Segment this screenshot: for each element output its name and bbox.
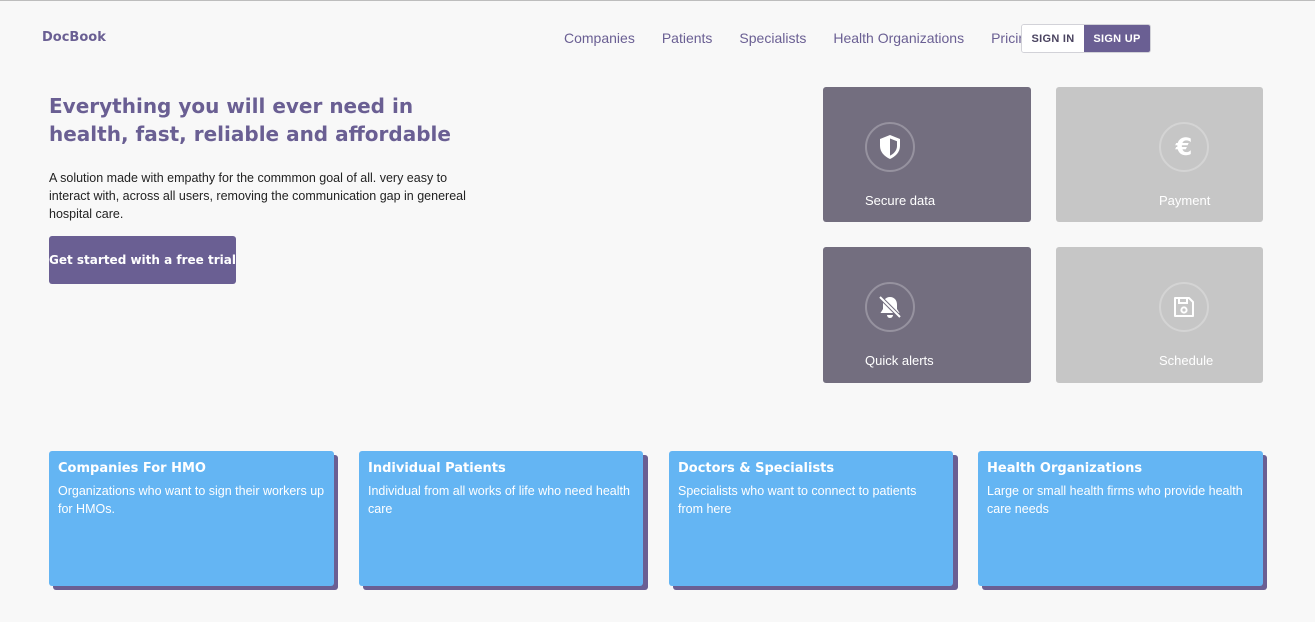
shield-icon <box>865 122 915 172</box>
card-description: Organizations who want to sign their wor… <box>58 484 325 516</box>
card-individual-patients[interactable]: Individual Patients Individual from all … <box>359 451 643 586</box>
card-title: Doctors & Specialists <box>678 461 835 476</box>
nav-link-companies[interactable]: Companies <box>564 30 635 46</box>
feature-tile-payment[interactable]: € Payment <box>1056 87 1263 222</box>
auth-buttons: SIGN IN SIGN UP <box>1021 24 1151 53</box>
sign-up-button[interactable]: SIGN UP <box>1084 25 1150 52</box>
card-title: Companies For HMO <box>58 461 206 476</box>
card-health-organizations[interactable]: Health Organizations Large or small heal… <box>978 451 1263 586</box>
card-doctors-specialists[interactable]: Doctors & Specialists Specialists who wa… <box>669 451 953 586</box>
free-trial-button[interactable]: Get started with a free trial <box>49 236 236 284</box>
hero-title: Everything you will ever need in health,… <box>49 94 451 146</box>
bell-off-icon <box>865 282 915 332</box>
feature-tile-secure-data[interactable]: Secure data <box>823 87 1031 222</box>
nav-link-health-organizations[interactable]: Health Organizations <box>833 30 964 46</box>
top-nav: Companies Patients Specialists Health Or… <box>564 30 1061 46</box>
feature-tile-quick-alerts[interactable]: Quick alerts <box>823 247 1031 383</box>
euro-icon: € <box>1159 122 1209 172</box>
feature-label: Quick alerts <box>865 353 934 368</box>
nav-link-specialists[interactable]: Specialists <box>739 30 806 46</box>
nav-link-patients[interactable]: Patients <box>662 30 713 46</box>
feature-label: Secure data <box>865 193 936 208</box>
card-description: Large or small health firms who provide … <box>987 484 1243 516</box>
brand-logo[interactable]: DocBook <box>42 30 106 45</box>
save-icon <box>1159 282 1209 332</box>
card-title: Individual Patients <box>368 461 506 476</box>
feature-label: Payment <box>1159 193 1211 208</box>
feature-label: Schedule <box>1159 353 1214 368</box>
card-title: Health Organizations <box>987 461 1143 476</box>
sign-in-button[interactable]: SIGN IN <box>1022 25 1084 52</box>
card-companies-for-hmo[interactable]: Companies For HMO Organizations who want… <box>49 451 334 586</box>
card-description: Specialists who want to connect to patie… <box>678 484 917 516</box>
card-description: Individual from all works of life who ne… <box>368 484 630 516</box>
feature-tile-schedule[interactable]: Schedule <box>1056 247 1263 383</box>
hero-description: A solution made with empathy for the com… <box>49 171 466 221</box>
